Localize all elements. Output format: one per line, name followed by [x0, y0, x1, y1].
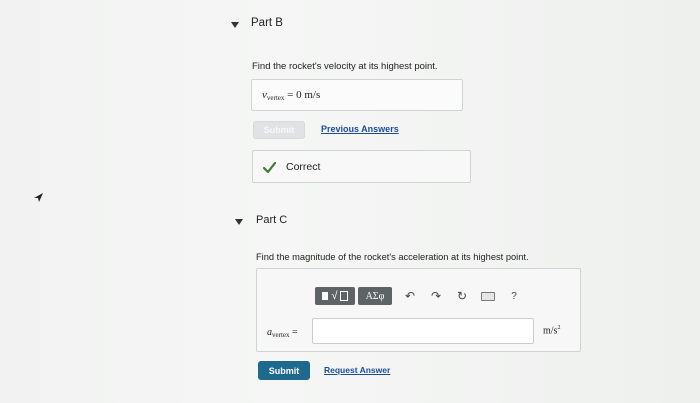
part-c-answer-eq: =: [289, 327, 298, 338]
reset-icon[interactable]: ↻: [452, 287, 472, 305]
part-b-prompt: Find the rocket's velocity at its highes…: [252, 61, 438, 72]
part-c-prompt: Find the magnitude of the rocket's accel…: [256, 252, 529, 262]
help-icon[interactable]: ?: [504, 287, 524, 305]
unit-text: m/s: [543, 325, 558, 337]
part-c-answer-sub: vertex: [272, 331, 290, 339]
part-c-answer-box: √ AΣφ ↶ ↷ ↻ ? avertex = m/s2: [256, 268, 581, 352]
equation-toolbar: √ AΣφ ↶ ↷ ↻ ?: [315, 287, 524, 305]
check-icon: [263, 162, 276, 173]
part-b-submit-button[interactable]: Submit: [253, 121, 305, 139]
unit-exponent: 2: [557, 325, 561, 331]
part-b-title: Part B: [251, 17, 283, 29]
box-icon: [339, 291, 348, 301]
acceleration-input[interactable]: [312, 318, 534, 344]
part-c-title: Part C: [256, 214, 288, 226]
request-answer-link[interactable]: Request Answer: [324, 365, 390, 375]
page: Part B Find the rocket's velocity at its…: [0, 0, 700, 403]
cursor-icon: [34, 193, 43, 202]
template-button[interactable]: √: [315, 287, 355, 305]
greek-symbols-button[interactable]: AΣφ: [358, 287, 392, 305]
undo-icon[interactable]: ↶: [400, 287, 420, 305]
part-b-answer: vvertex = 0 m/s: [262, 89, 320, 102]
sqrt-icon: √: [331, 290, 338, 302]
feedback-box: Correct: [252, 150, 471, 183]
part-b-answer-box: vvertex = 0 m/s: [251, 79, 463, 111]
collapse-part-c-icon[interactable]: [235, 219, 243, 225]
feedback-text: Correct: [286, 161, 321, 173]
part-c-submit-button[interactable]: Submit: [258, 361, 310, 380]
part-b-answer-sub: vertex: [266, 94, 285, 102]
part-b-answer-eq: =: [284, 89, 297, 101]
keyboard-icon[interactable]: [478, 287, 498, 305]
previous-answers-link[interactable]: Previous Answers: [321, 124, 399, 134]
part-c-answer-label: avertex =: [267, 327, 298, 339]
collapse-part-b-icon[interactable]: [231, 22, 239, 28]
matrix-template-icon: [322, 292, 329, 300]
redo-icon[interactable]: ↷: [426, 287, 446, 305]
unit-label: m/s2: [543, 325, 560, 336]
part-b-answer-value: 0 m/s: [296, 89, 321, 101]
